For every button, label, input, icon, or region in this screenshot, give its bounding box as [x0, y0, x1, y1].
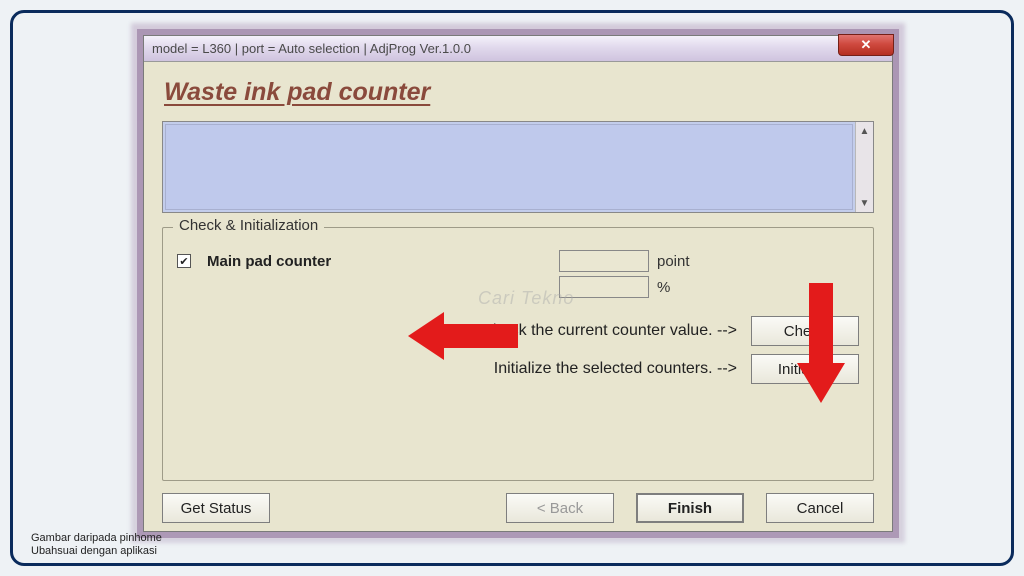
scroll-up-icon[interactable]: ▲ — [856, 122, 873, 140]
fieldset-legend: Check & Initialization — [173, 217, 324, 234]
point-value-field — [559, 250, 649, 272]
dialog-window: model = L360 | port = Auto selection | A… — [143, 35, 893, 532]
scrollbar[interactable]: ▲ ▼ — [855, 122, 873, 212]
action-rows: Check the current counter value. --> Che… — [177, 316, 859, 384]
bottom-button-row: Get Status < Back Finish Cancel — [162, 493, 874, 523]
check-description: Check the current counter value. --> — [481, 322, 737, 340]
point-unit-label: point — [655, 253, 859, 270]
percent-value-field — [559, 276, 649, 298]
percent-unit-label: % — [655, 279, 859, 296]
initialize-description: Initialize the selected counters. --> — [494, 360, 737, 378]
cancel-button[interactable]: Cancel — [766, 493, 874, 523]
check-button-label: Check — [784, 323, 827, 340]
main-pad-checkbox[interactable]: ✔ — [177, 254, 191, 268]
image-frame: model = L360 | port = Auto selection | A… — [10, 10, 1014, 566]
titlebar: model = L360 | port = Auto selection | A… — [144, 36, 892, 62]
finish-button[interactable]: Finish — [636, 493, 744, 523]
percent-row: % — [177, 276, 859, 298]
check-button[interactable]: Check — [751, 316, 859, 346]
close-icon: ✕ — [861, 37, 872, 53]
get-status-label: Get Status — [181, 500, 252, 517]
back-label: < Back — [537, 500, 583, 517]
log-listbox-inner — [165, 124, 853, 210]
get-status-button[interactable]: Get Status — [162, 493, 270, 523]
cancel-label: Cancel — [797, 500, 844, 517]
initialize-button-label: Initialize — [778, 361, 832, 378]
initialize-button[interactable]: Initialize — [751, 354, 859, 384]
check-row: Check the current counter value. --> Che… — [177, 316, 859, 346]
check-icon: ✔ — [179, 255, 188, 268]
check-init-group: Check & Initialization ✔ Main pad counte… — [162, 227, 874, 481]
image-credit: Gambar daripada pinhome Ubahsuai dengan … — [31, 532, 162, 560]
credit-line-1: Gambar daripada pinhome — [31, 532, 162, 546]
finish-label: Finish — [668, 500, 712, 517]
scroll-down-icon[interactable]: ▼ — [856, 194, 873, 212]
titlebar-text: model = L360 | port = Auto selection | A… — [152, 41, 471, 56]
credit-line-2: Ubahsuai dengan aplikasi — [31, 545, 162, 559]
log-listbox[interactable]: ▲ ▼ — [162, 121, 874, 213]
main-pad-row: ✔ Main pad counter point — [177, 250, 859, 272]
main-pad-label: Main pad counter — [207, 253, 417, 270]
dialog-content: Waste ink pad counter ▲ ▼ Check & Initia… — [144, 62, 892, 531]
page-title: Waste ink pad counter — [164, 78, 874, 109]
back-button[interactable]: < Back — [506, 493, 614, 523]
close-button[interactable]: ✕ — [838, 34, 894, 56]
initialize-row: Initialize the selected counters. --> In… — [177, 354, 859, 384]
